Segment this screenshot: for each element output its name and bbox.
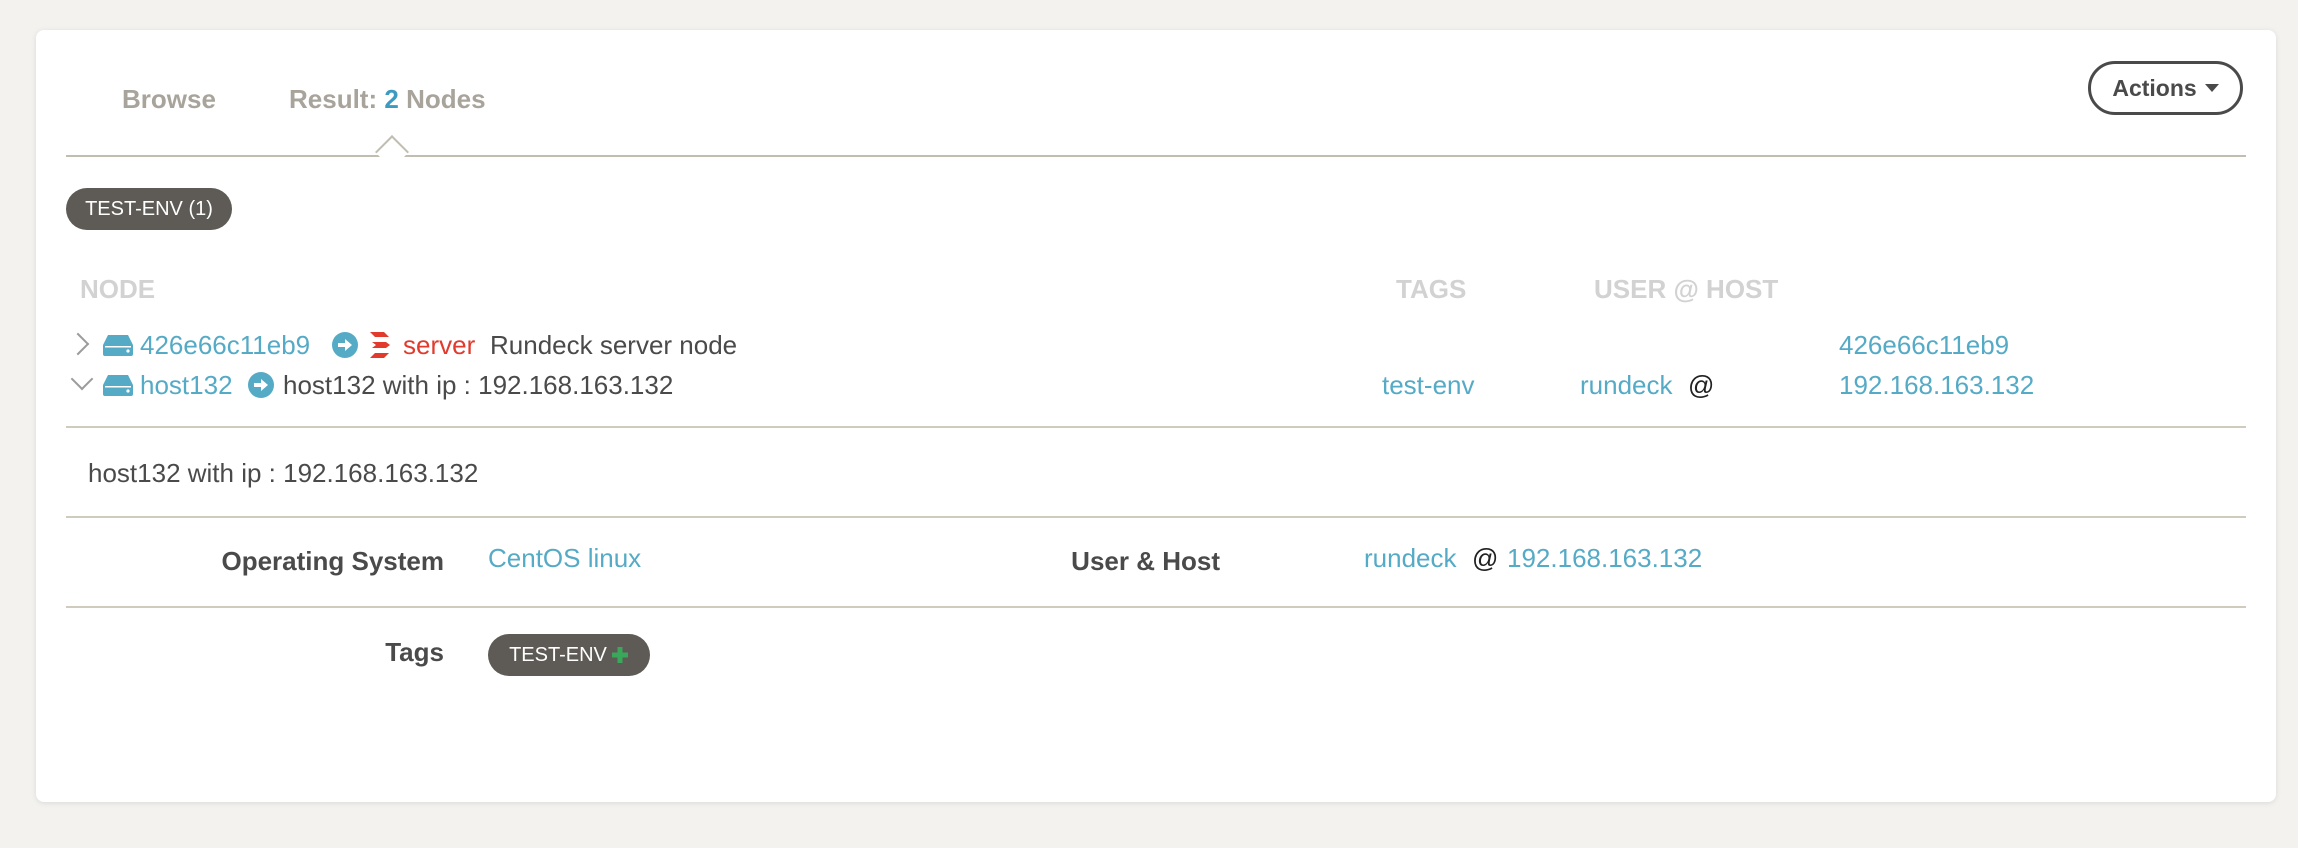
at-symbol: @ <box>1472 543 1499 573</box>
rundeck-logo-icon <box>370 332 390 358</box>
result-suffix: Nodes <box>406 84 486 114</box>
result-count: 2 <box>384 84 399 114</box>
arrow-right-circle-icon[interactable] <box>332 332 358 358</box>
node-tag-link[interactable]: test-env <box>1382 367 1475 403</box>
row-divider <box>66 426 2246 428</box>
nodes-panel: Browse Result: 2 Nodes Actions TEST-ENV … <box>36 30 2276 802</box>
active-tab-indicator <box>375 135 409 169</box>
detail-user-link[interactable]: rundeck <box>1364 540 1457 576</box>
detail-description: host132 with ip : 192.168.163.132 <box>88 458 479 488</box>
node-description: Rundeck server node <box>490 330 738 360</box>
node-user-link[interactable]: rundeck <box>1580 367 1673 403</box>
detail-divider <box>66 606 2246 608</box>
node-name-link[interactable]: host132 <box>140 367 233 403</box>
at-symbol: @ <box>1688 370 1715 400</box>
os-value-link[interactable]: CentOS linux <box>488 540 641 576</box>
plus-icon[interactable] <box>611 646 629 664</box>
column-header-tags: TAGS <box>1396 274 1467 304</box>
server-icon <box>103 375 133 396</box>
detail-divider <box>66 516 2246 518</box>
user-host-label: User & Host <box>1071 546 1220 576</box>
chevron-down-icon[interactable] <box>70 367 94 391</box>
node-hostname-link[interactable]: 192.168.163.132 <box>1839 367 2034 403</box>
result-prefix: Result: <box>289 84 378 114</box>
filter-tag-test-env[interactable]: TEST-ENV (1) <box>66 188 232 230</box>
node-role-label: server <box>403 330 476 360</box>
tab-browse[interactable]: Browse <box>122 84 216 115</box>
server-icon <box>103 335 133 356</box>
tag-test-env[interactable]: TEST-ENV <box>488 634 650 676</box>
tag-label: TEST-ENV <box>509 643 607 666</box>
arrow-right-circle-icon[interactable] <box>248 372 274 398</box>
node-name-link[interactable]: 426e66c11eb9 <box>140 327 310 363</box>
column-header-node: NODE <box>80 274 156 304</box>
column-header-user-host: USER @ HOST <box>1594 274 1779 304</box>
actions-dropdown-button[interactable]: Actions <box>2088 61 2243 115</box>
node-description: host132 with ip : 192.168.163.132 <box>283 370 674 400</box>
actions-label: Actions <box>2112 74 2197 101</box>
os-label: Operating System <box>221 546 444 576</box>
detail-host-link[interactable]: 192.168.163.132 <box>1507 540 1702 576</box>
tab-result[interactable]: Result: 2 Nodes <box>289 84 486 115</box>
chevron-right-icon[interactable] <box>66 332 90 356</box>
tags-label: Tags <box>385 637 444 667</box>
node-hostname-link[interactable]: 426e66c11eb9 <box>1839 327 2009 363</box>
caret-down-icon <box>2204 84 2219 92</box>
